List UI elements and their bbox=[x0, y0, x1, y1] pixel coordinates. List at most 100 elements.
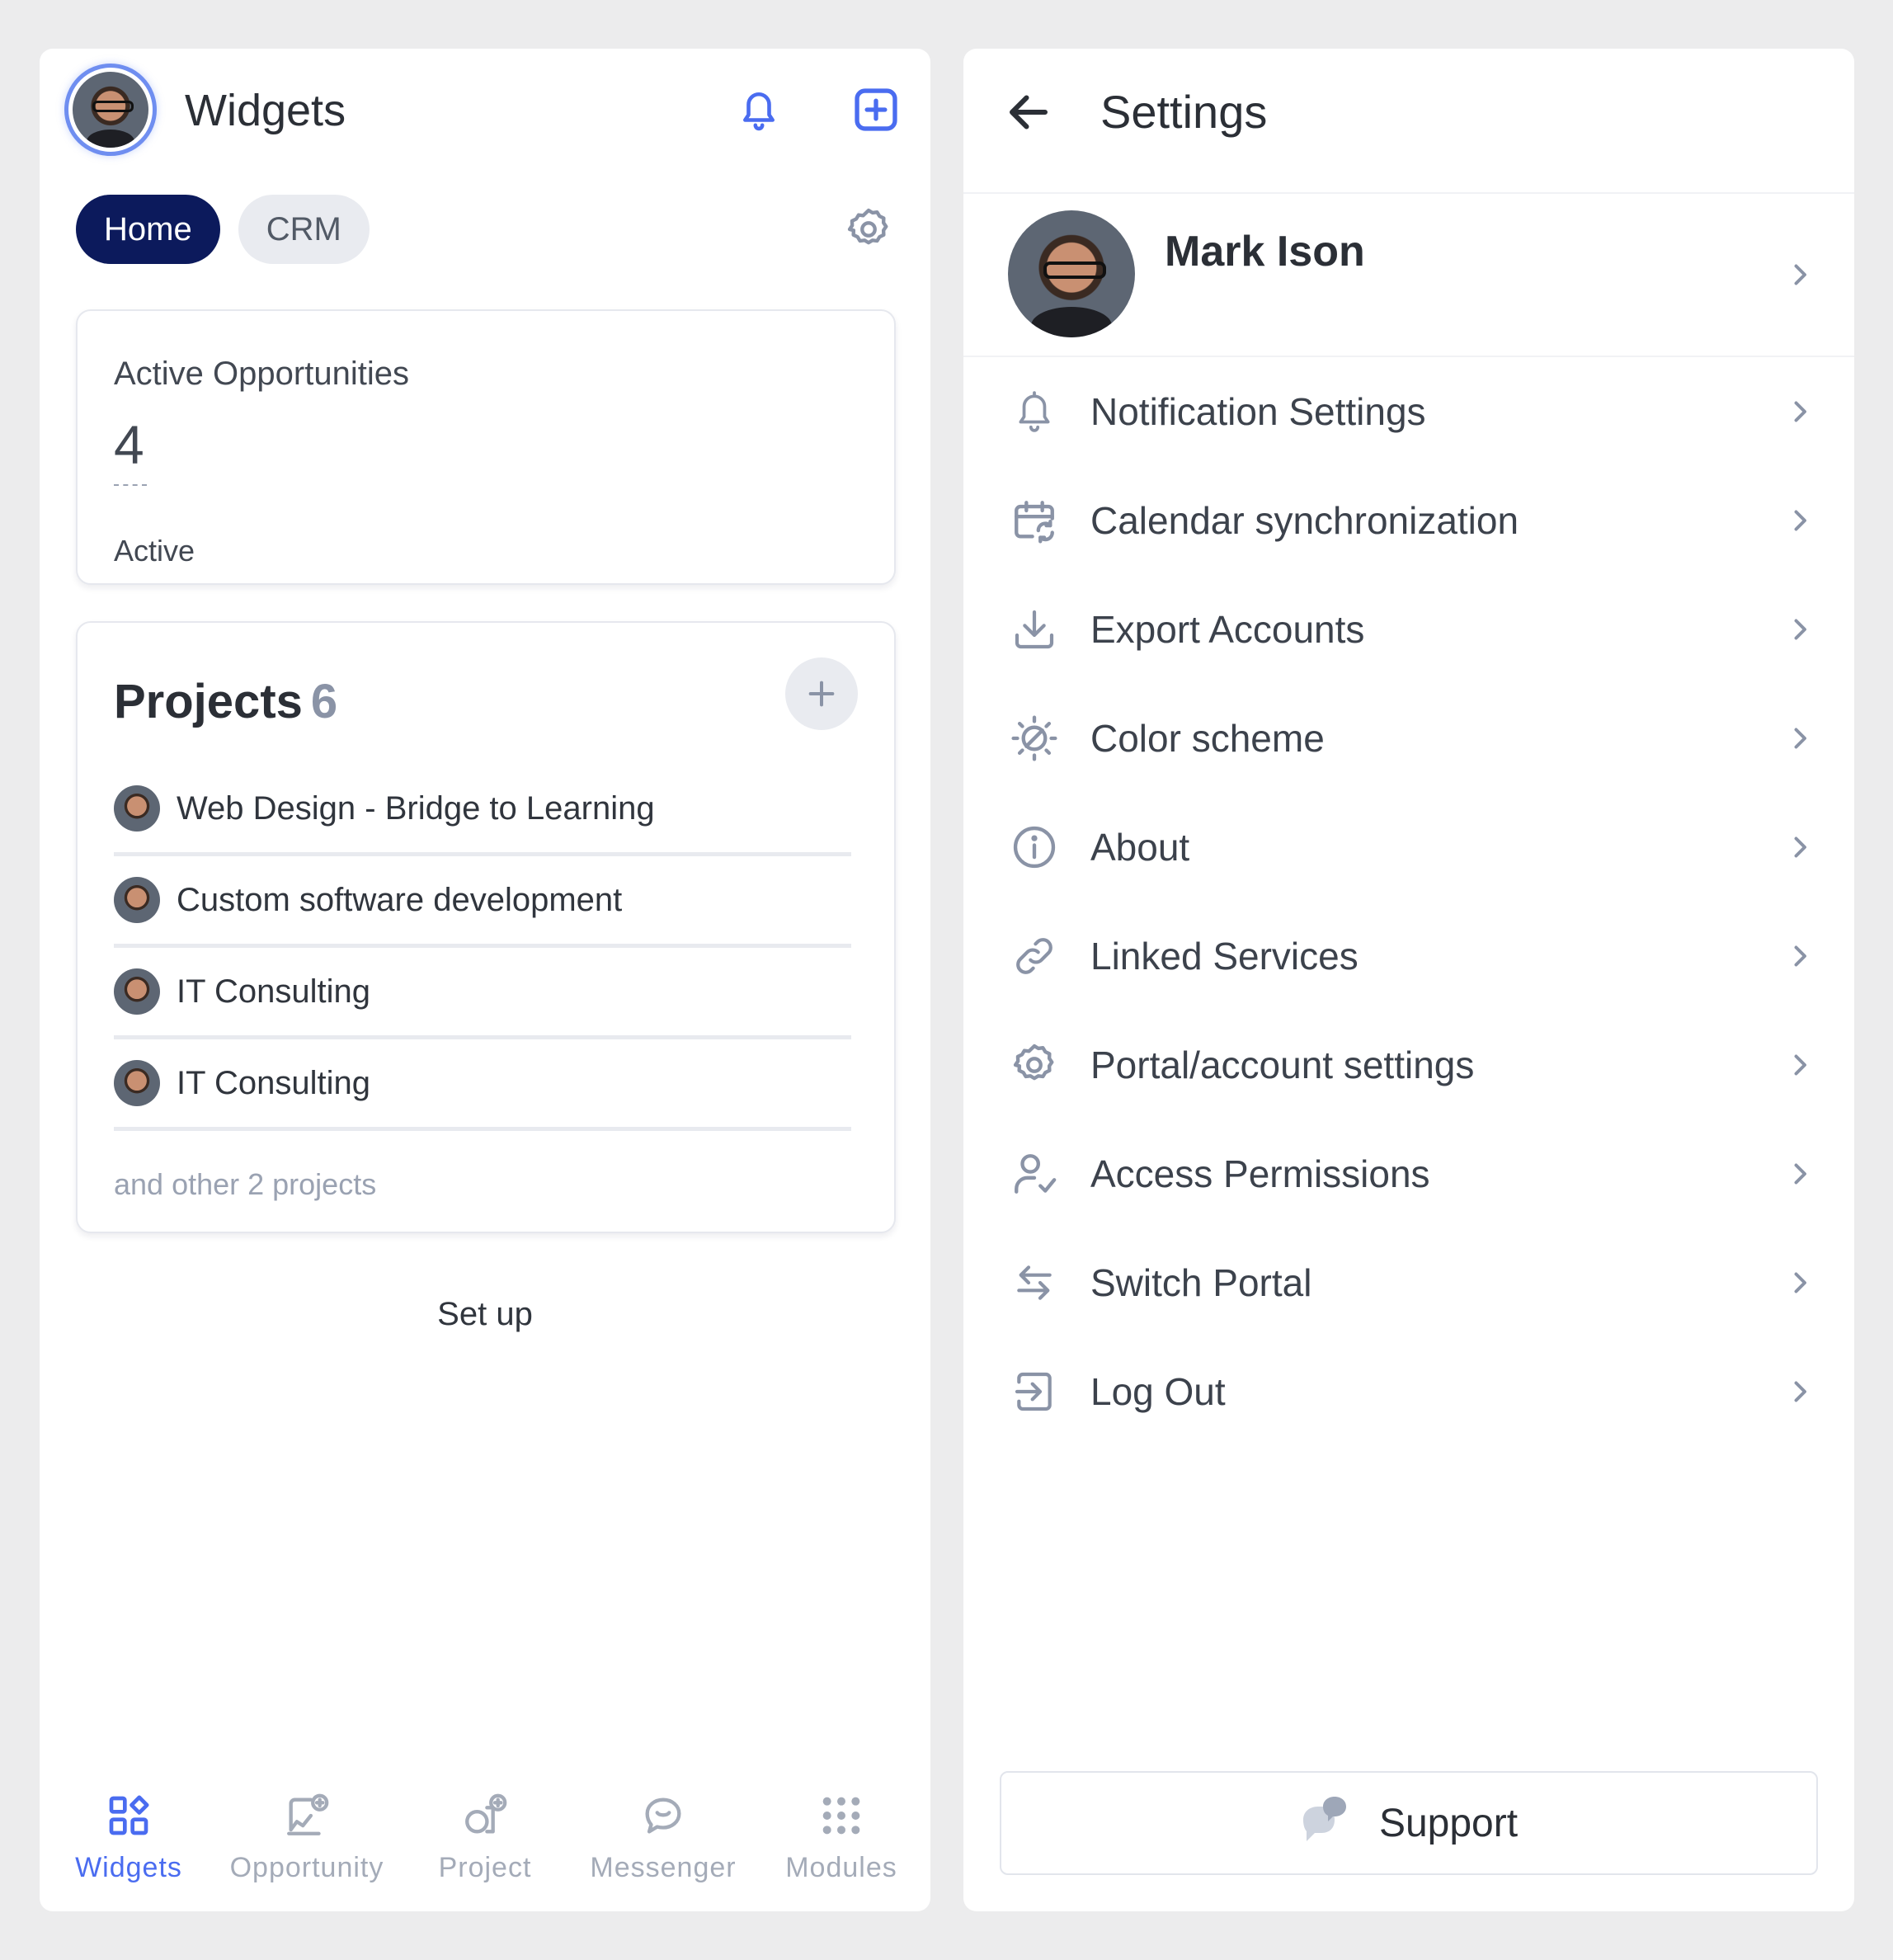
list-item[interactable]: IT Consulting bbox=[114, 948, 851, 1039]
settings-screen: Settings Mark Ison Notification Settings… bbox=[963, 49, 1854, 1911]
nav-label: Opportunity bbox=[229, 1852, 384, 1883]
settings-item-switch-portal[interactable]: Switch Portal bbox=[963, 1228, 1854, 1337]
chevron-right-icon bbox=[1794, 401, 1806, 422]
widgets-header: Widgets bbox=[40, 49, 930, 172]
settings-item-label: Switch Portal bbox=[1090, 1261, 1312, 1304]
chevron-right-icon bbox=[1794, 510, 1806, 531]
chevron-right-icon bbox=[1794, 945, 1806, 967]
settings-item-portal-account[interactable]: Portal/account settings bbox=[963, 1011, 1854, 1119]
widgets-icon bbox=[102, 1789, 155, 1842]
chevron-right-icon bbox=[1794, 1381, 1806, 1402]
projects-card: Projects 6 Web Design - Bridge to Learnin… bbox=[76, 621, 896, 1233]
download-icon bbox=[1008, 603, 1061, 656]
avatar bbox=[114, 1060, 160, 1106]
project-name: Web Design - Bridge to Learning bbox=[177, 789, 655, 827]
settings-item-export-accounts[interactable]: Export Accounts bbox=[963, 575, 1854, 684]
more-projects-link[interactable]: and other 2 projects bbox=[114, 1167, 376, 1202]
plus-icon bbox=[808, 681, 835, 707]
nav-label: Modules bbox=[785, 1852, 897, 1883]
gear-icon[interactable] bbox=[840, 200, 897, 258]
chevron-right-icon bbox=[1794, 1054, 1806, 1076]
chevron-right-icon bbox=[1794, 1272, 1806, 1293]
nav-modules[interactable]: Modules bbox=[752, 1789, 930, 1896]
chevron-right-icon bbox=[1794, 1163, 1806, 1185]
settings-item-label: Linked Services bbox=[1090, 935, 1359, 978]
chevron-right-icon bbox=[1794, 619, 1806, 640]
nav-widgets[interactable]: Widgets bbox=[40, 1789, 218, 1896]
project-name: IT Consulting bbox=[177, 973, 370, 1010]
project-list: Web Design - Bridge to Learning Custom s… bbox=[114, 765, 851, 1131]
chevron-right-icon bbox=[1794, 264, 1806, 285]
plus-square-icon[interactable] bbox=[850, 83, 902, 136]
setup-button[interactable]: Set up bbox=[40, 1296, 930, 1333]
bell-icon bbox=[1008, 385, 1061, 438]
nav-label: Messenger bbox=[590, 1852, 737, 1883]
color-scheme-icon bbox=[1008, 712, 1061, 765]
opportunity-icon bbox=[280, 1789, 333, 1842]
widgets-screen: Widgets Home CRM Active Opportunities 4 … bbox=[40, 49, 930, 1911]
projects-title: Projects bbox=[114, 675, 303, 728]
messenger-icon bbox=[637, 1789, 690, 1842]
support-label: Support bbox=[1378, 1801, 1519, 1845]
chevron-right-icon bbox=[1794, 728, 1806, 749]
settings-item-label: Export Accounts bbox=[1090, 608, 1365, 651]
projects-heading: Projects 6 bbox=[114, 674, 337, 729]
user-check-icon bbox=[1008, 1147, 1061, 1200]
project-name: IT Consulting bbox=[177, 1064, 370, 1101]
profile-row[interactable]: Mark Ison bbox=[963, 194, 1854, 357]
settings-item-color-scheme[interactable]: Color scheme bbox=[963, 684, 1854, 793]
support-button[interactable]: Support bbox=[1000, 1771, 1818, 1875]
chevron-right-icon bbox=[1794, 836, 1806, 858]
gear-icon bbox=[1008, 1039, 1061, 1091]
list-item[interactable]: Custom software development bbox=[114, 856, 851, 948]
info-icon bbox=[1008, 821, 1061, 874]
projects-count: 6 bbox=[310, 675, 338, 728]
tab-crm[interactable]: CRM bbox=[238, 195, 370, 264]
nav-label: Project bbox=[438, 1852, 532, 1883]
list-item[interactable]: Web Design - Bridge to Learning bbox=[114, 765, 851, 856]
tab-home[interactable]: Home bbox=[76, 195, 220, 264]
avatar-photo bbox=[73, 72, 148, 148]
card-title: Active Opportunities bbox=[114, 356, 409, 392]
value-underline bbox=[114, 484, 147, 486]
settings-item-label: Access Permissions bbox=[1090, 1152, 1430, 1195]
page-title: Widgets bbox=[185, 86, 346, 135]
project-name: Custom software development bbox=[177, 881, 623, 918]
settings-item-notifications[interactable]: Notification Settings bbox=[963, 357, 1854, 466]
profile-name: Mark Ison bbox=[1165, 228, 1365, 276]
settings-header: Settings bbox=[963, 49, 1854, 194]
user-avatar[interactable] bbox=[64, 64, 157, 156]
dashboard-tabs: Home CRM bbox=[76, 195, 370, 264]
back-arrow-icon[interactable] bbox=[1000, 83, 1057, 141]
project-icon bbox=[459, 1789, 511, 1842]
nav-project[interactable]: Project bbox=[396, 1789, 574, 1896]
settings-item-label: Calendar synchronization bbox=[1090, 499, 1519, 542]
settings-item-access-permissions[interactable]: Access Permissions bbox=[963, 1119, 1854, 1228]
opportunity-status-label: Active bbox=[114, 534, 195, 568]
nav-messenger[interactable]: Messenger bbox=[574, 1789, 752, 1896]
settings-item-calendar-sync[interactable]: Calendar synchronization bbox=[963, 466, 1854, 575]
add-project-button[interactable] bbox=[785, 657, 858, 730]
calendar-sync-icon bbox=[1008, 494, 1061, 547]
avatar bbox=[1008, 210, 1135, 337]
nav-opportunity[interactable]: Opportunity bbox=[218, 1789, 396, 1896]
settings-item-linked-services[interactable]: Linked Services bbox=[963, 902, 1854, 1011]
settings-item-about[interactable]: About bbox=[963, 793, 1854, 902]
settings-item-label: About bbox=[1090, 826, 1190, 869]
switch-arrows-icon bbox=[1008, 1256, 1061, 1309]
bottom-nav: Widgets Opportunity Project Messenger Mo… bbox=[40, 1789, 930, 1896]
settings-item-label: Notification Settings bbox=[1090, 390, 1426, 433]
settings-item-label: Log Out bbox=[1090, 1370, 1226, 1413]
settings-item-label: Color scheme bbox=[1090, 717, 1325, 760]
settings-item-log-out[interactable]: Log Out bbox=[963, 1337, 1854, 1446]
list-item[interactable]: IT Consulting bbox=[114, 1039, 851, 1131]
avatar bbox=[114, 785, 160, 832]
logout-icon bbox=[1008, 1365, 1061, 1418]
bell-icon[interactable] bbox=[732, 83, 785, 136]
link-icon bbox=[1008, 930, 1061, 982]
chat-bubbles-icon bbox=[1302, 1797, 1346, 1841]
opportunity-count: 4 bbox=[114, 414, 144, 475]
settings-list: Notification Settings Calendar synchroni… bbox=[963, 357, 1854, 1446]
nav-label: Widgets bbox=[75, 1852, 182, 1883]
active-opportunities-card[interactable]: Active Opportunities 4 Active bbox=[76, 309, 896, 585]
